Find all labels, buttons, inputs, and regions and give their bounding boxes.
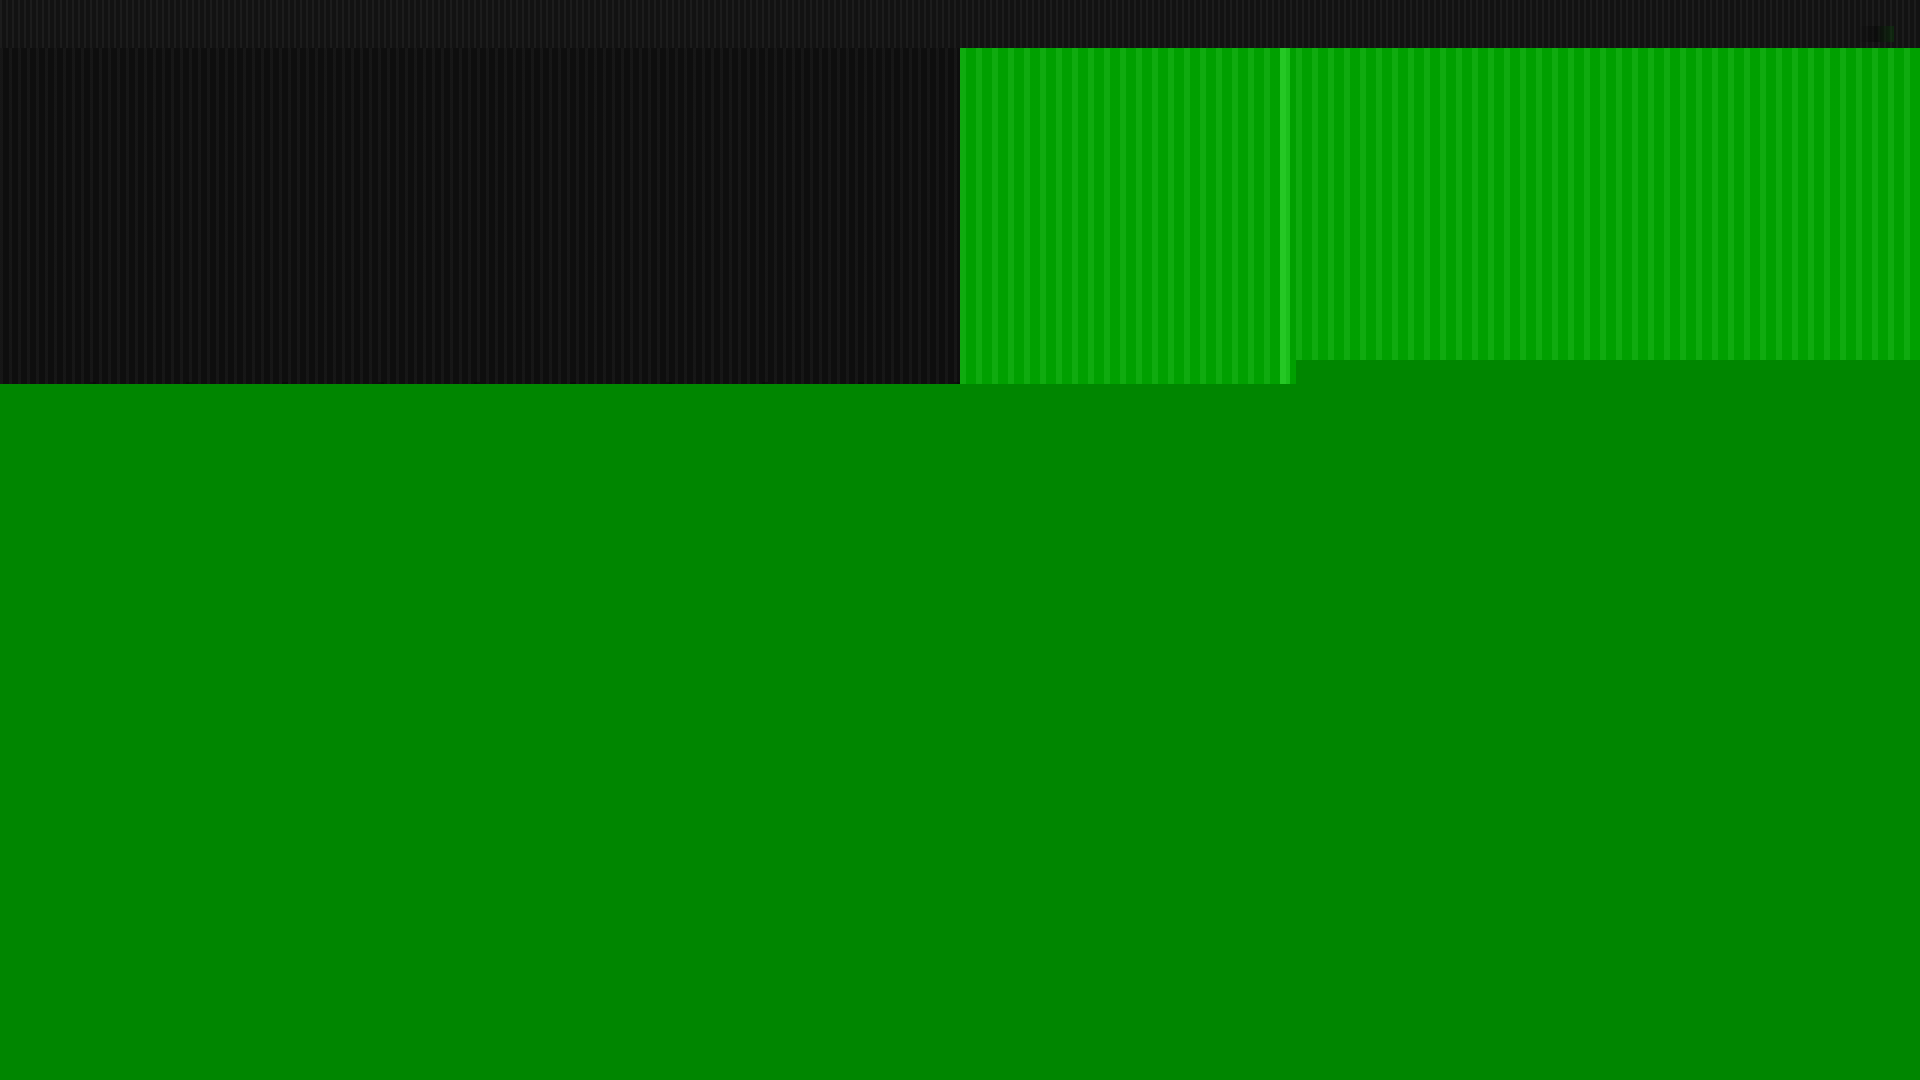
green-step [1296,360,1920,384]
main-green-area [0,384,1920,1080]
dark-panel [0,48,960,386]
bright-green-accent [1280,48,1290,384]
screen [0,0,1920,1080]
top-right-artifact [1858,26,1894,42]
bright-green-panel [960,48,1920,384]
